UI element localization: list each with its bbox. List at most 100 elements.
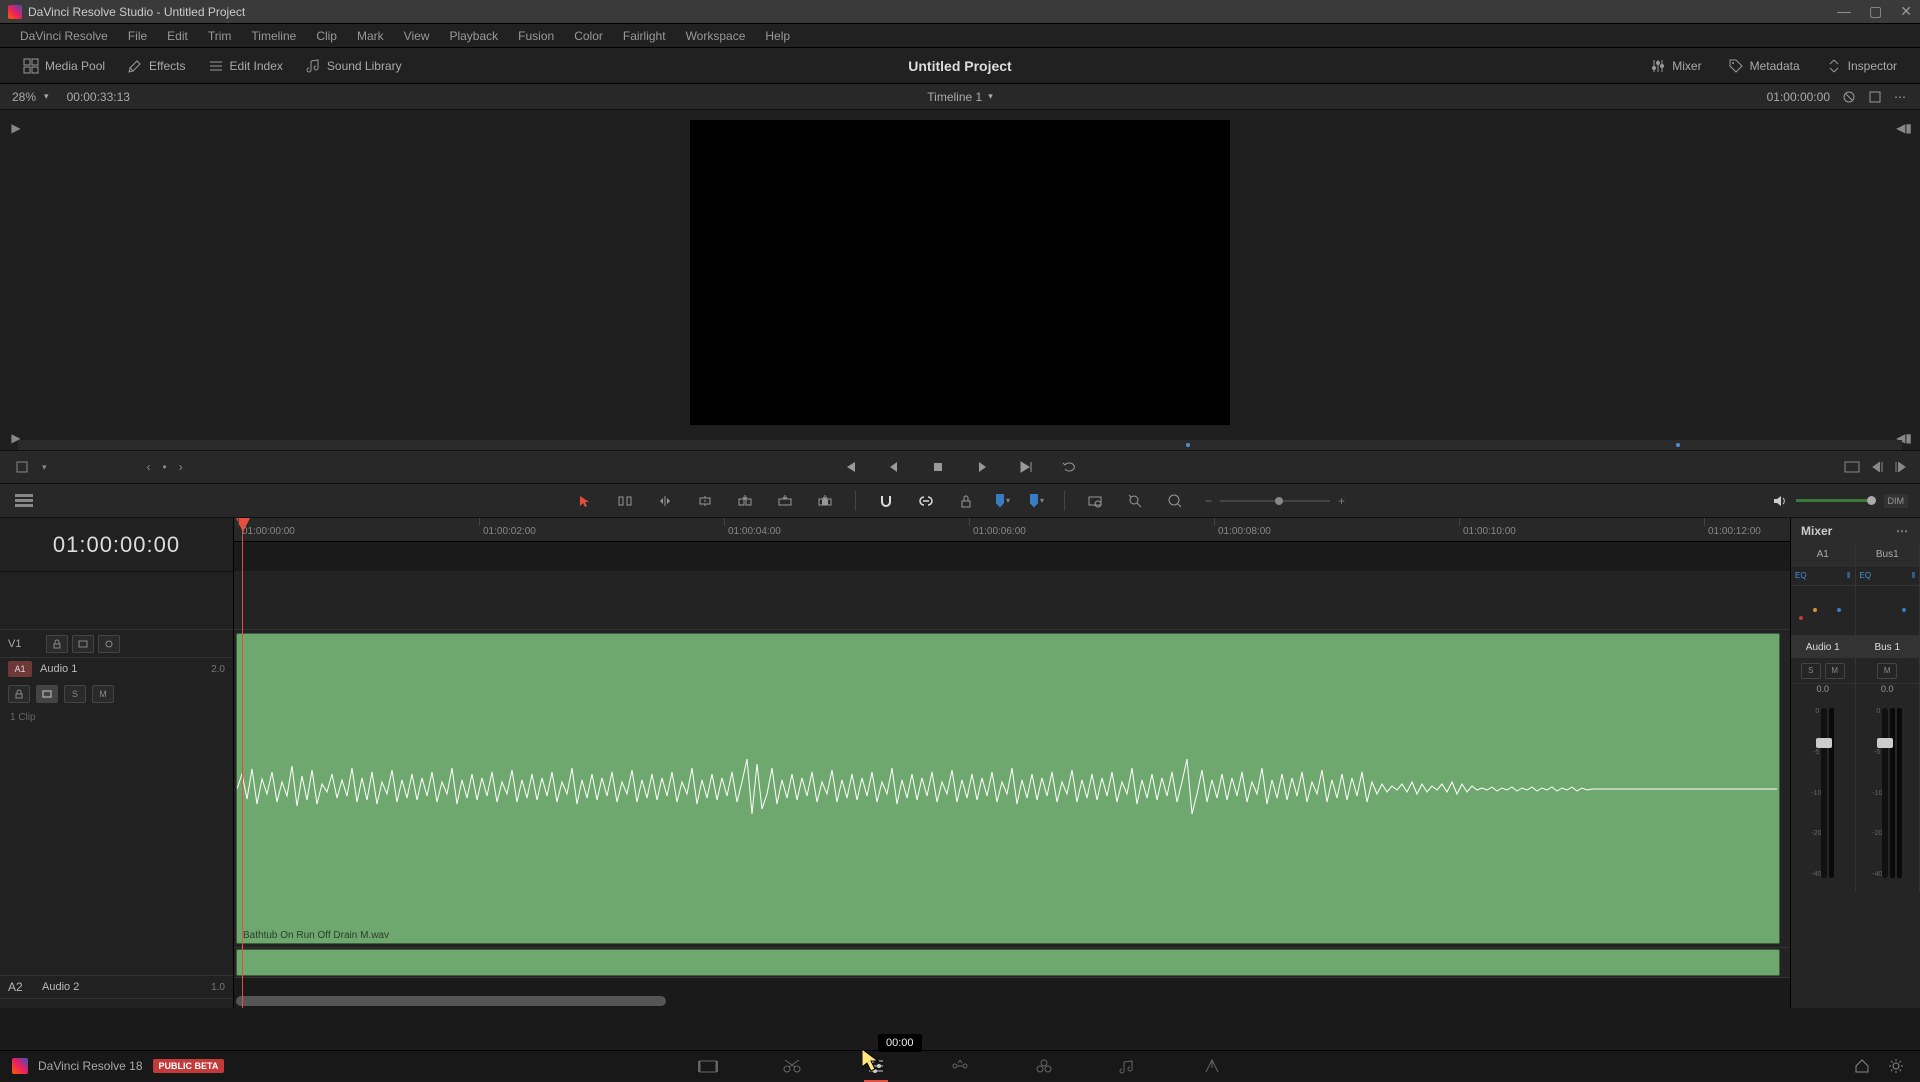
deliver-page-button[interactable]: [1200, 1054, 1224, 1078]
inspector-toggle[interactable]: Inspector: [1815, 54, 1908, 78]
effects-toggle[interactable]: Effects: [116, 54, 196, 78]
detail-zoom-icon[interactable]: [1125, 491, 1145, 511]
home-icon[interactable]: [1854, 1058, 1870, 1074]
menu-mark[interactable]: Mark: [347, 29, 394, 43]
v1-lane[interactable]: [234, 571, 1790, 630]
audio-clip-a1[interactable]: Bathtub On Run Off Drain M.wav: [236, 633, 1780, 944]
settings-icon[interactable]: [1888, 1058, 1904, 1074]
mixer-solo-button[interactable]: S: [1801, 663, 1821, 679]
fusion-page-button[interactable]: [948, 1054, 972, 1078]
mixer-fader[interactable]: [1882, 708, 1888, 878]
trim-tool[interactable]: [615, 491, 635, 511]
marker-dropdown[interactable]: ▾: [1030, 494, 1044, 508]
v1-label[interactable]: V1: [8, 638, 42, 650]
timeline-name-label[interactable]: Timeline 1: [927, 90, 982, 104]
a1-lane[interactable]: Bathtub On Run Off Drain M.wav: [234, 630, 1790, 948]
play-button[interactable]: [972, 457, 992, 477]
menu-file[interactable]: File: [118, 29, 157, 43]
mixer-options-icon[interactable]: ⋯: [1896, 524, 1910, 538]
maximize-button[interactable]: ▢: [1869, 3, 1882, 20]
minimize-button[interactable]: —: [1837, 3, 1851, 20]
prev-match-icon[interactable]: ▶: [8, 120, 24, 136]
custom-zoom-icon[interactable]: [1165, 491, 1185, 511]
v1-lock-button[interactable]: [46, 635, 68, 653]
mixer-db-value[interactable]: 0.0: [1856, 684, 1920, 702]
replace-clip-icon[interactable]: [815, 491, 835, 511]
fairlight-page-button[interactable]: [1116, 1054, 1140, 1078]
horizontal-scrollbar[interactable]: [236, 996, 666, 1006]
lock-toggle[interactable]: [956, 491, 976, 511]
jog-bar[interactable]: [18, 440, 1902, 450]
a2-label[interactable]: A2: [8, 980, 42, 994]
menu-help[interactable]: Help: [755, 29, 800, 43]
timeline-view-options-icon[interactable]: [12, 489, 36, 513]
metadata-toggle[interactable]: Metadata: [1717, 54, 1811, 78]
flag-dropdown[interactable]: ▾: [996, 494, 1010, 508]
color-page-button[interactable]: [1032, 1054, 1056, 1078]
a1-solo-button[interactable]: S: [64, 685, 86, 703]
next-frame-button[interactable]: [1016, 457, 1036, 477]
menu-fusion[interactable]: Fusion: [508, 29, 564, 43]
edit-page-button[interactable]: [864, 1054, 888, 1078]
volume-slider[interactable]: [1796, 499, 1876, 502]
next-match-icon[interactable]: ◀▮: [1896, 120, 1912, 136]
eq-graph[interactable]: [1856, 586, 1920, 636]
menu-trim[interactable]: Trim: [198, 29, 242, 43]
loop-button[interactable]: [1060, 457, 1080, 477]
audio-clip-a2[interactable]: [236, 949, 1780, 976]
snap-toggle[interactable]: [876, 491, 896, 511]
a2-lane[interactable]: [234, 948, 1790, 978]
menu-playback[interactable]: Playback: [439, 29, 508, 43]
go-to-in-icon[interactable]: [1870, 460, 1884, 474]
overwrite-clip-icon[interactable]: [775, 491, 795, 511]
menu-davinci[interactable]: DaVinci Resolve: [10, 29, 118, 43]
zoom-slider[interactable]: − +: [1205, 494, 1345, 508]
insert-clip-icon[interactable]: [735, 491, 755, 511]
a2-name[interactable]: Audio 2: [42, 981, 79, 993]
chevron-down-icon[interactable]: ▾: [988, 91, 993, 102]
media-pool-toggle[interactable]: Media Pool: [12, 54, 116, 78]
edit-index-toggle[interactable]: Edit Index: [197, 54, 294, 78]
menu-color[interactable]: Color: [564, 29, 613, 43]
viewer-canvas[interactable]: [690, 120, 1230, 425]
timeline-ruler[interactable]: 01:00:00:00 01:00:02:00 01:00:04:00 01:0…: [234, 518, 1790, 542]
mixer-fader[interactable]: [1821, 708, 1827, 878]
dim-button[interactable]: DIM: [1884, 494, 1909, 508]
close-button[interactable]: ✕: [1900, 3, 1912, 20]
chevron-down-icon[interactable]: ▾: [40, 460, 49, 475]
a1-patch[interactable]: A1: [8, 661, 32, 677]
a1-mute-button[interactable]: M: [92, 685, 114, 703]
next-page-icon[interactable]: ›: [177, 458, 185, 476]
speaker-icon[interactable]: [1772, 493, 1788, 509]
zoom-in-icon[interactable]: +: [1338, 494, 1345, 508]
a1-name[interactable]: Audio 1: [40, 663, 77, 675]
prev-frame-button[interactable]: [884, 457, 904, 477]
first-frame-button[interactable]: [840, 457, 860, 477]
mixer-toggle[interactable]: Mixer: [1639, 54, 1712, 78]
sound-library-toggle[interactable]: Sound Library: [294, 54, 413, 78]
arrow-tool[interactable]: [575, 491, 595, 511]
mixer-db-value[interactable]: 0.0: [1791, 684, 1855, 702]
media-page-button[interactable]: [696, 1054, 720, 1078]
options-icon[interactable]: ⋯: [1894, 90, 1908, 104]
a1-lock-button[interactable]: [8, 685, 30, 703]
eq-graph[interactable]: [1791, 586, 1855, 636]
bypass-icon[interactable]: [1842, 90, 1856, 104]
cut-page-button[interactable]: [780, 1054, 804, 1078]
zoom-to-fit-icon[interactable]: [1085, 491, 1105, 511]
link-toggle[interactable]: [916, 491, 936, 511]
blade-tool[interactable]: [695, 491, 715, 511]
record-timecode[interactable]: 01:00:00:00: [1767, 90, 1830, 104]
menu-workspace[interactable]: Workspace: [676, 29, 756, 43]
menu-fairlight[interactable]: Fairlight: [613, 29, 676, 43]
v1-auto-select-button[interactable]: [72, 635, 94, 653]
transform-overlay-icon[interactable]: [12, 457, 32, 477]
dynamic-trim-tool[interactable]: [655, 491, 675, 511]
menu-clip[interactable]: Clip: [306, 29, 347, 43]
playhead-line[interactable]: [242, 518, 243, 1008]
mixer-mute-button[interactable]: M: [1877, 663, 1897, 679]
prev-page-icon[interactable]: ‹: [145, 458, 153, 476]
timecode-display[interactable]: 01:00:00:00: [0, 518, 233, 572]
zoom-percent[interactable]: 28%: [12, 90, 36, 104]
menu-edit[interactable]: Edit: [157, 29, 198, 43]
